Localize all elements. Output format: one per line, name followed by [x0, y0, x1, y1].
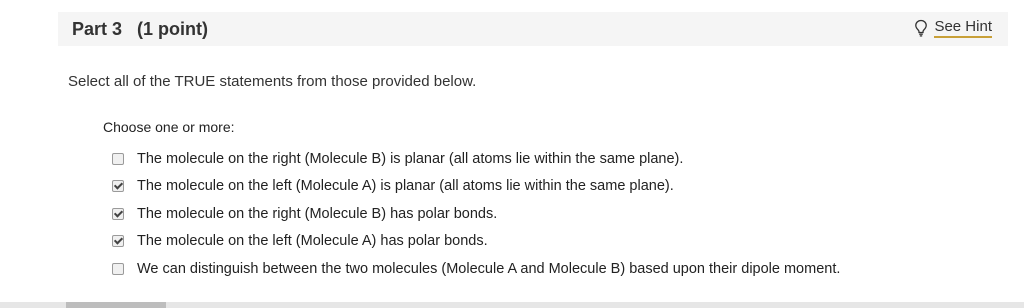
option-item[interactable]: The molecule on the left (Molecule A) is… — [112, 173, 840, 201]
see-hint-label[interactable]: See Hint — [934, 18, 992, 38]
option-checkbox[interactable] — [112, 262, 124, 275]
option-label[interactable]: The molecule on the left (Molecule A) ha… — [137, 233, 488, 249]
option-label[interactable]: The molecule on the left (Molecule A) is… — [137, 178, 674, 194]
part-title: Part 3 (1 point) — [72, 19, 209, 39]
lightbulb-icon — [914, 19, 928, 37]
option-checkbox[interactable] — [112, 207, 124, 220]
question-instructions: Select all of the TRUE statements from t… — [68, 73, 477, 90]
option-label[interactable]: The molecule on the right (Molecule B) i… — [137, 151, 683, 167]
option-label[interactable]: The molecule on the right (Molecule B) h… — [137, 206, 497, 222]
options-list: The molecule on the right (Molecule B) i… — [112, 145, 840, 283]
choose-label: Choose one or more: — [103, 119, 235, 135]
option-item[interactable]: The molecule on the right (Molecule B) h… — [112, 200, 840, 228]
option-checkbox[interactable] — [112, 235, 124, 248]
scrollbar-thumb[interactable] — [66, 302, 166, 308]
option-item[interactable]: The molecule on the left (Molecule A) ha… — [112, 228, 840, 256]
option-checkbox[interactable] — [112, 152, 124, 165]
option-item[interactable]: The molecule on the right (Molecule B) i… — [112, 145, 840, 173]
part-header: Part 3 (1 point) See Hint — [58, 12, 1008, 46]
see-hint-link[interactable]: See Hint — [914, 17, 992, 39]
option-checkbox[interactable] — [112, 180, 124, 193]
option-label[interactable]: We can distinguish between the two molec… — [137, 261, 840, 277]
option-item[interactable]: We can distinguish between the two molec… — [112, 255, 840, 283]
horizontal-scrollbar[interactable] — [0, 302, 1024, 308]
